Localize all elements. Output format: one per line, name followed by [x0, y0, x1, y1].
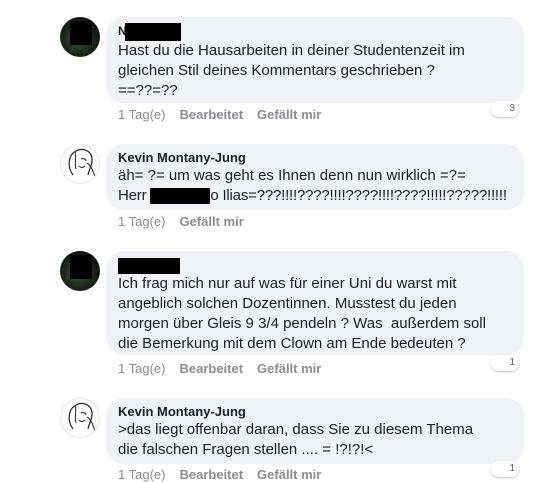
comment-text: Ich frag mich nur auf was für einer Uni … [118, 274, 486, 352]
comment-text: Hast du die Hausarbeiten in deiner Stude… [118, 42, 465, 99]
like-button[interactable]: Gefällt mir [179, 214, 243, 229]
comment-author[interactable]: N [118, 23, 512, 41]
comment-author[interactable] [118, 257, 512, 274]
comment-text: >das liegt offenbar daran, dass Sie zu d… [118, 421, 474, 458]
like-button[interactable]: Gefällt mir [257, 107, 321, 122]
comment-bubble: Kevin Montany-Jung >das liegt offenbar d… [106, 398, 524, 464]
comment-bubble: Kevin Montany-Jung äh= ?= um was geht es… [106, 144, 524, 210]
sketch-face-icon [68, 148, 96, 178]
comment-bubble: N Hast du die Hausarbeiten in deiner Stu… [106, 17, 524, 103]
comment-author[interactable]: Kevin Montany-Jung [118, 404, 512, 420]
comment-time[interactable]: 1 Tag(e) [118, 107, 165, 122]
commenter-avatar[interactable] [60, 251, 100, 291]
redacted-name [118, 257, 180, 274]
sketch-face-icon [68, 402, 96, 432]
comment-time[interactable]: 1 Tag(e) [118, 214, 165, 229]
comment-meta: 1 Tag(e) Bearbeitet Gefällt mir [118, 361, 335, 376]
comment-bubble: Ich frag mich nur auf was für einer Uni … [106, 251, 524, 355]
comment-text-line: äh= ?= um was geht es Ihnen denn nun wir… [118, 167, 466, 184]
redacted-name [124, 23, 181, 41]
edited-label[interactable]: Bearbeitet [179, 107, 243, 122]
commenter-avatar[interactable] [60, 17, 100, 57]
redacted-name [150, 188, 211, 205]
comment-meta: 1 Tag(e) Gefällt mir [118, 214, 258, 229]
comment-time[interactable]: 1 Tag(e) [118, 361, 165, 376]
comment-meta: 1 Tag(e) Bearbeitet Gefällt mir [118, 107, 335, 122]
comment-author[interactable]: Kevin Montany-Jung [118, 150, 512, 166]
comment-text-line: Herr o Ilias=???!!!!????!!!!????!!!!????… [118, 187, 507, 205]
commenter-avatar[interactable] [60, 398, 100, 438]
like-button[interactable]: Gefällt mir [257, 361, 321, 376]
reaction-count[interactable]: 1 [491, 355, 519, 371]
commenter-avatar[interactable] [60, 144, 100, 184]
reaction-count[interactable]: 3 [491, 101, 519, 117]
edited-label[interactable]: Bearbeitet [179, 361, 243, 376]
